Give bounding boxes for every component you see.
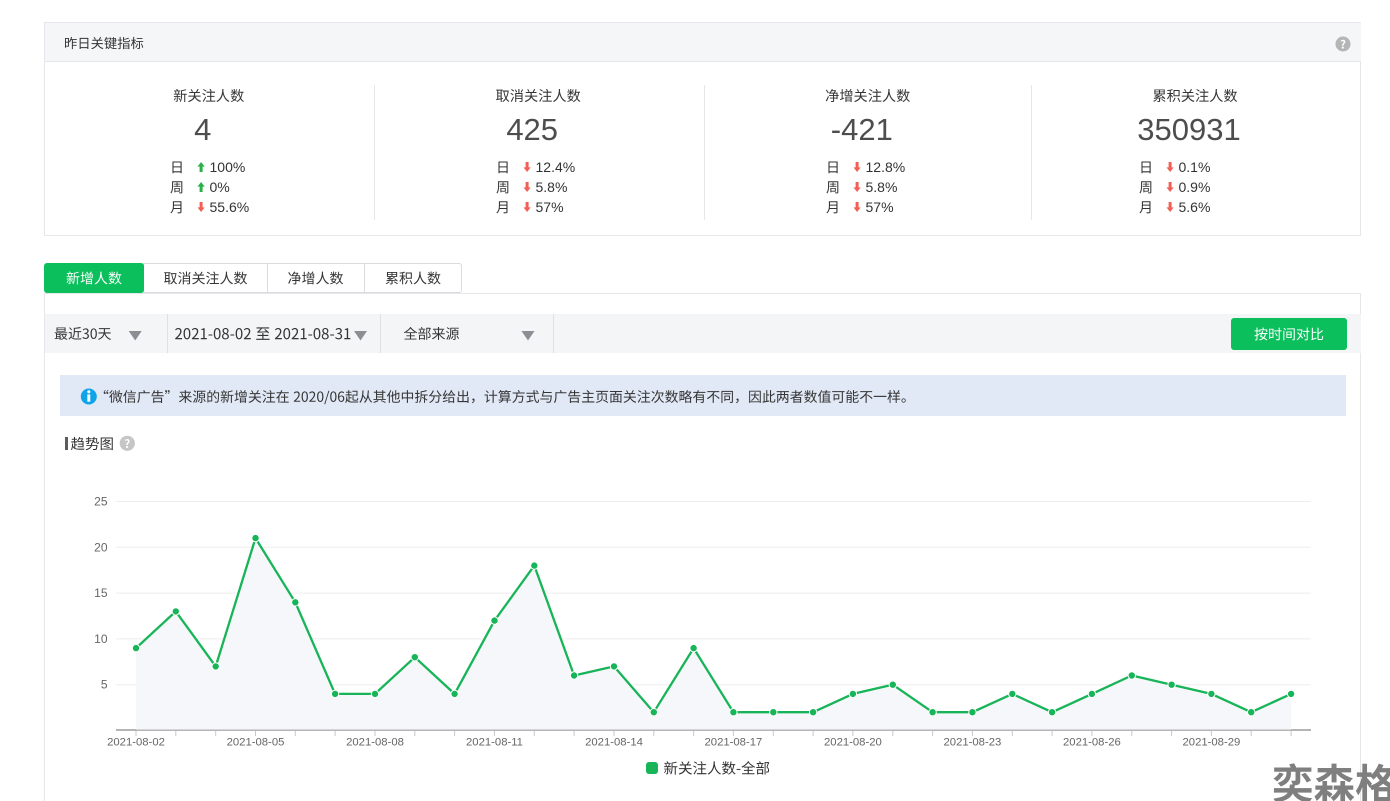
svg-text:10: 10 — [94, 632, 108, 646]
svg-text:2021-08-11: 2021-08-11 — [466, 736, 523, 748]
svg-text:2021-08-20: 2021-08-20 — [824, 736, 882, 748]
svg-text:2021-08-05: 2021-08-05 — [227, 736, 285, 748]
svg-text:20: 20 — [94, 540, 108, 554]
svg-text:2021-08-14: 2021-08-14 — [585, 736, 643, 748]
svg-text:2021-08-26: 2021-08-26 — [1063, 736, 1121, 748]
svg-text:25: 25 — [94, 495, 108, 509]
svg-text:2021-08-02: 2021-08-02 — [107, 736, 165, 748]
svg-text:2021-08-29: 2021-08-29 — [1183, 736, 1241, 748]
svg-text:2021-08-08: 2021-08-08 — [346, 736, 404, 748]
svg-text:2021-08-17: 2021-08-17 — [705, 736, 763, 748]
svg-text:2021-08-23: 2021-08-23 — [944, 736, 1002, 748]
svg-text:5: 5 — [101, 678, 108, 692]
svg-text:15: 15 — [94, 586, 108, 600]
